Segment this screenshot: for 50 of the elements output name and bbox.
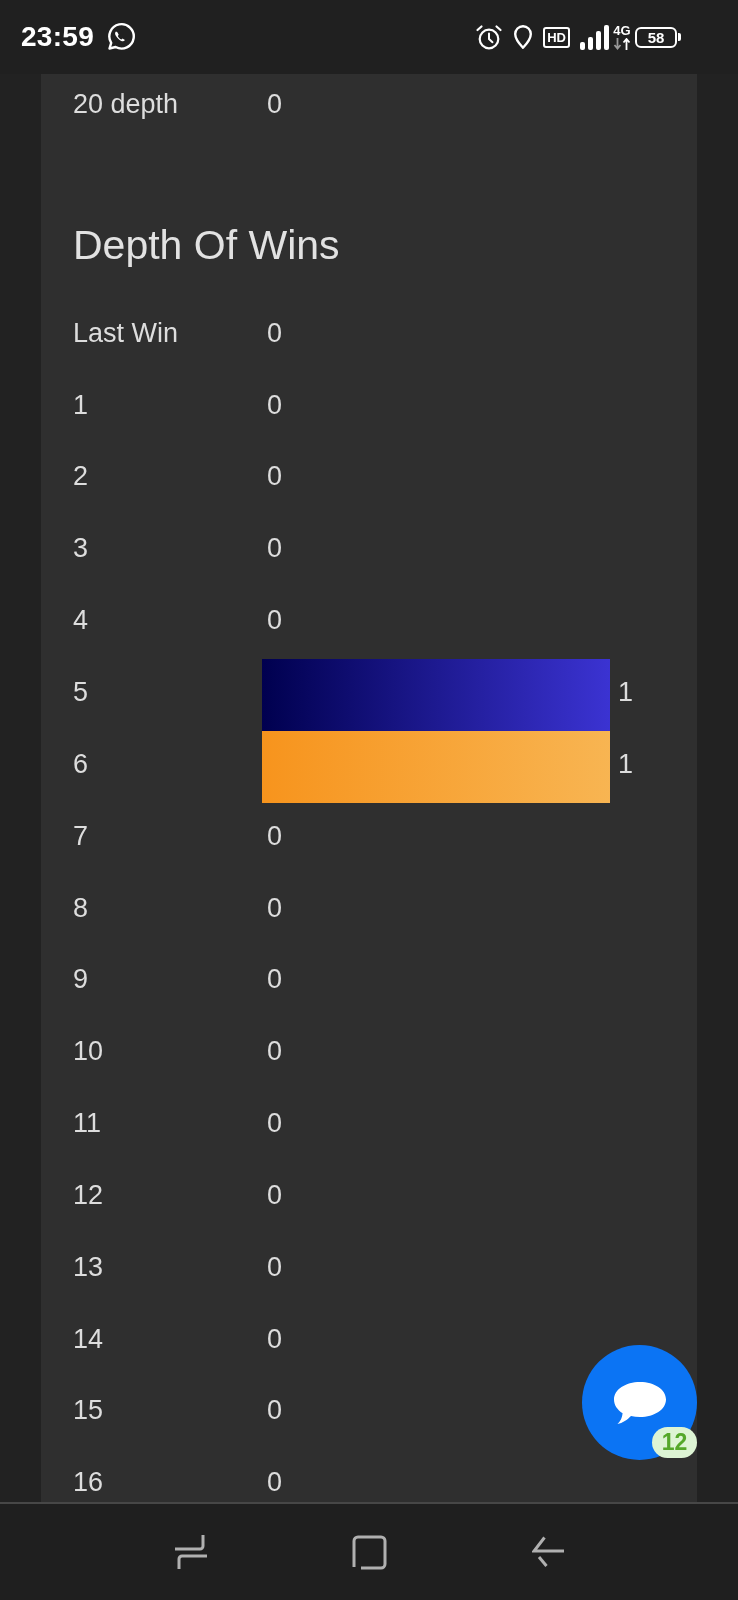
count-value: 0 (267, 891, 283, 924)
row-label: 14 (73, 1322, 105, 1355)
message-count-badge: 12 (652, 1427, 697, 1458)
data-arrows-icon (613, 37, 631, 50)
count-value: 0 (267, 963, 283, 996)
row-label: 20 depth (73, 87, 180, 120)
count-value: 0 (267, 604, 283, 637)
count-value: 1 (618, 747, 634, 780)
count-value: 0 (267, 460, 283, 493)
row-label: 1 (73, 388, 90, 421)
network-type-label: 4G (613, 24, 631, 37)
row-label: 8 (73, 891, 90, 924)
row-label: 2 (73, 460, 90, 493)
hd-indicator: HD (543, 26, 570, 48)
section-title: Depth Of Wins (73, 220, 340, 270)
phone-bubble-icon (105, 22, 136, 52)
row-label: 12 (73, 1178, 105, 1211)
recent-apps-icon[interactable] (174, 1534, 207, 1570)
row-label: 11 (73, 1107, 103, 1140)
alarm-clock-icon (475, 24, 504, 50)
clock-time: 23:59 (21, 21, 95, 53)
count-value: 1 (618, 676, 634, 708)
signal-bars-icon (580, 24, 609, 50)
row-label: 13 (73, 1250, 105, 1283)
row-label: 3 (73, 532, 90, 565)
count-value: 0 (267, 87, 283, 120)
home-icon[interactable] (351, 1534, 387, 1570)
row-label: 4 (73, 604, 90, 637)
count-value: 0 (267, 1178, 283, 1211)
row-label: 16 (73, 1466, 105, 1499)
row-label: 5 (73, 676, 90, 708)
count-value: 0 (267, 388, 283, 421)
speech-bubble-icon (612, 1380, 667, 1425)
count-value: 0 (267, 316, 283, 349)
count-value: 0 (267, 1035, 283, 1068)
count-value: 0 (267, 1394, 283, 1427)
battery-indicator: 58 (635, 26, 681, 48)
count-value: 0 (267, 1107, 283, 1140)
count-value: 0 (267, 819, 283, 852)
count-value: 0 (267, 532, 283, 565)
row-label: Last Win (73, 316, 180, 349)
row-label: 6 (73, 747, 90, 780)
row-label: 9 (73, 963, 90, 996)
row-label: 15 (73, 1394, 105, 1427)
location-pin-icon (513, 24, 534, 50)
row-label: 10 (73, 1035, 105, 1068)
count-value: 0 (267, 1322, 283, 1355)
count-value: 0 (267, 1466, 283, 1499)
count-value: 0 (267, 1250, 283, 1283)
row-label: 7 (73, 819, 90, 852)
